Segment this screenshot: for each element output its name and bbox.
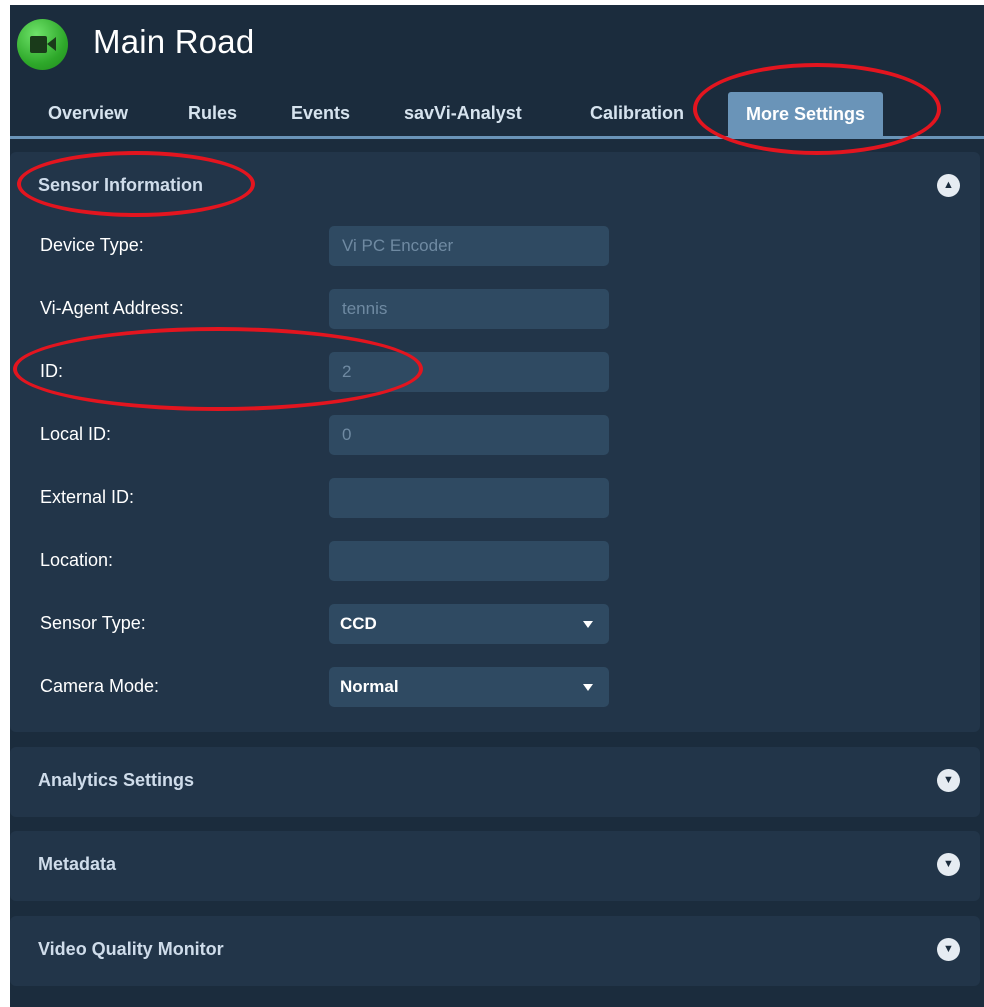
id-label: ID: — [40, 361, 64, 381]
sensor-information-title: Sensor Information — [38, 175, 204, 195]
device-type-field: Vi PC Encoder — [329, 226, 609, 266]
sensor-type-label: Sensor Type: — [40, 613, 146, 633]
tab-overview[interactable]: Overview — [48, 89, 128, 137]
external-id-row: External ID: — [40, 478, 630, 518]
device-type-label: Device Type: — [40, 235, 144, 255]
chevron-up-icon[interactable]: ▲ — [937, 174, 960, 197]
sensor-type-row: Sensor Type: CCD — [40, 604, 630, 644]
tab-bar: Overview Rules Events savVi-Analyst Cali… — [10, 89, 984, 139]
local-id-label: Local ID: — [40, 424, 112, 444]
page-title: Main Road — [93, 23, 255, 60]
analytics-settings-header[interactable]: Analytics Settings ▼ — [10, 747, 980, 813]
dropdown-caret-icon — [583, 684, 593, 691]
video-quality-monitor-title: Video Quality Monitor — [38, 939, 224, 959]
tab-calibration[interactable]: Calibration — [590, 89, 696, 137]
external-id-input[interactable] — [329, 478, 609, 518]
title-bar: Main Road — [10, 5, 984, 83]
tab-events[interactable]: Events — [291, 89, 350, 137]
camera-mode-value: Normal — [340, 677, 399, 696]
analytics-settings-title: Analytics Settings — [38, 770, 195, 790]
agent-address-label: Vi-Agent Address: — [40, 298, 184, 318]
analytics-settings-panel[interactable]: Analytics Settings ▼ — [10, 747, 980, 817]
agent-address-field: tennis — [329, 289, 609, 329]
sensor-type-value: CCD — [340, 614, 377, 633]
chevron-down-icon[interactable]: ▼ — [937, 853, 960, 876]
metadata-header[interactable]: Metadata ▼ — [10, 831, 980, 897]
camera-mode-select[interactable]: Normal — [329, 667, 609, 707]
location-input[interactable] — [329, 541, 609, 581]
device-type-row: Device Type: Vi PC Encoder — [40, 226, 630, 266]
external-id-label: External ID: — [40, 487, 135, 507]
metadata-panel[interactable]: Metadata ▼ — [10, 831, 980, 901]
camera-mode-row: Camera Mode: Normal — [40, 667, 630, 707]
local-id-row: Local ID: 0 — [40, 415, 630, 455]
video-quality-monitor-header[interactable]: Video Quality Monitor ▼ — [10, 916, 980, 982]
id-row: ID: 2 — [40, 352, 630, 392]
dropdown-caret-icon — [583, 621, 593, 628]
location-row: Location: — [40, 541, 630, 581]
local-id-field: 0 — [329, 415, 609, 455]
chevron-down-icon[interactable]: ▼ — [937, 769, 960, 792]
id-field: 2 — [329, 352, 609, 392]
tab-underline — [10, 136, 984, 139]
video-camera-icon — [17, 19, 68, 70]
tab-rules[interactable]: Rules — [188, 89, 237, 137]
app-window: Main Road Overview Rules Events savVi-An… — [10, 5, 984, 1007]
sensor-information-panel: Sensor Information ▲ Device Type: Vi PC … — [10, 152, 980, 732]
metadata-title: Metadata — [38, 854, 117, 874]
sensor-information-header[interactable]: Sensor Information ▲ — [10, 152, 980, 218]
agent-address-row: Vi-Agent Address: tennis — [40, 289, 630, 329]
video-quality-monitor-panel[interactable]: Video Quality Monitor ▼ — [10, 916, 980, 986]
tab-savvi-analyst[interactable]: savVi-Analyst — [404, 89, 522, 137]
camera-mode-label: Camera Mode: — [40, 676, 160, 696]
chevron-down-icon[interactable]: ▼ — [937, 938, 960, 961]
sensor-type-select[interactable]: CCD — [329, 604, 609, 644]
location-label: Location: — [40, 550, 114, 570]
tab-more-settings[interactable]: More Settings — [728, 92, 884, 137]
